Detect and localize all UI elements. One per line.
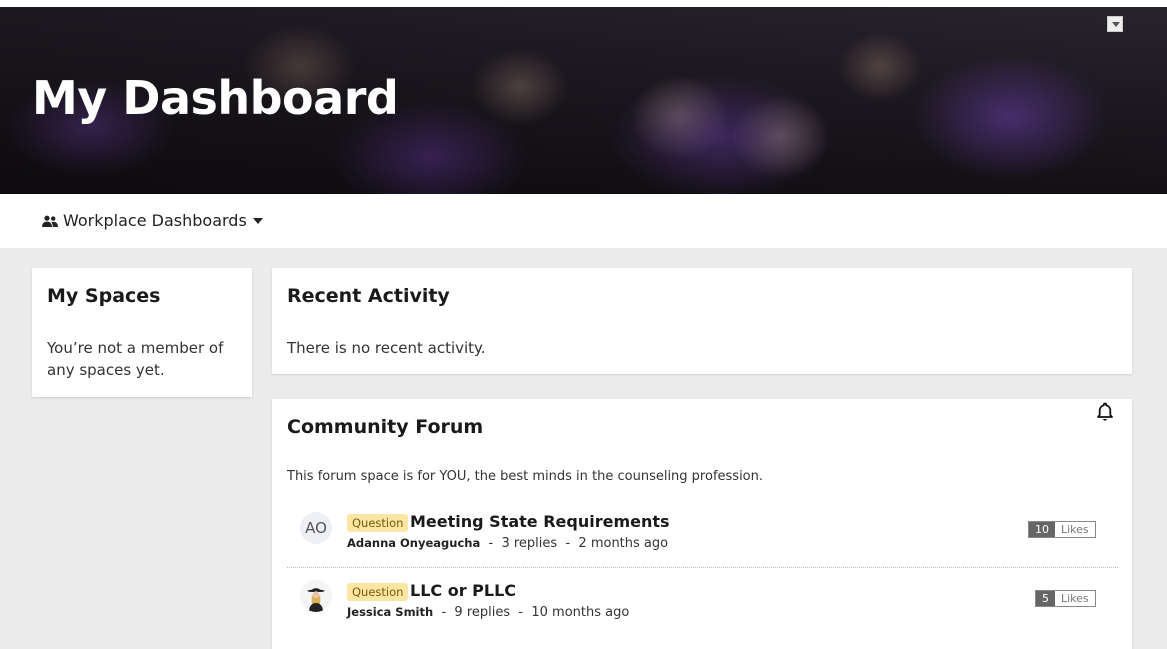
top-strip [0, 0, 1167, 7]
post-title-link[interactable]: LLC or PLLC [410, 581, 516, 600]
user-photo-icon [300, 580, 332, 612]
user-photo-icon[interactable] [300, 580, 332, 612]
post-age: 2 months ago [578, 536, 669, 551]
question-tag: Question [347, 583, 409, 601]
meta-separator: - [441, 605, 447, 620]
likes-count: 5 [1036, 591, 1055, 606]
meta-separator: - [518, 605, 524, 620]
post-meta: Jessica Smith - 9 replies - 10 months ag… [347, 605, 629, 620]
caret-down-icon [252, 217, 263, 224]
my-spaces-title: My Spaces [47, 285, 161, 307]
dashboard-subnav: Workplace Dashboards [0, 194, 1167, 248]
likes-badge[interactable]: 10 Likes [1028, 521, 1096, 538]
header-dropdown-button[interactable] [1107, 16, 1123, 32]
meta-separator: - [488, 536, 494, 551]
likes-label: Likes [1055, 591, 1095, 606]
meta-separator: - [565, 536, 571, 551]
avatar[interactable]: AO [300, 512, 332, 544]
likes-label: Likes [1055, 522, 1095, 537]
likes-badge[interactable]: 5 Likes [1035, 590, 1096, 607]
likes-count: 10 [1029, 522, 1055, 537]
notification-bell-icon[interactable] [1096, 402, 1114, 422]
question-tag: Question [347, 514, 409, 532]
post-title-link[interactable]: Meeting State Requirements [410, 512, 670, 531]
forum-description: This forum space is for YOU, the best mi… [287, 469, 764, 484]
community-forum-card: Community Forum This forum space is for … [272, 399, 1132, 649]
my-spaces-card: My Spaces You’re not a member of any spa… [32, 268, 252, 397]
my-spaces-empty-text: You’re not a member of any spaces yet. [47, 339, 224, 379]
post-replies: 3 replies [501, 536, 558, 551]
post-author-link[interactable]: Adanna Onyeagucha [347, 536, 480, 550]
forum-post[interactable]: AO Question Meeting State Requirements A… [287, 505, 1118, 568]
recent-activity-card: Recent Activity There is no recent activ… [272, 268, 1132, 374]
post-replies: 9 replies [454, 605, 511, 620]
post-meta: Adanna Onyeagucha - 3 replies - 2 months… [347, 536, 668, 551]
forum-post[interactable]: Question LLC or PLLC Jessica Smith - 9 r… [287, 573, 1118, 633]
workplace-dashboards-dropdown[interactable]: Workplace Dashboards [42, 211, 263, 230]
recent-activity-empty-text: There is no recent activity. [287, 339, 486, 357]
hero-banner: My Dashboard [0, 7, 1167, 194]
forum-title: Community Forum [287, 416, 484, 438]
page-title: My Dashboard [32, 71, 399, 125]
recent-activity-title: Recent Activity [287, 285, 450, 307]
dashboards-label: Workplace Dashboards [63, 211, 247, 230]
people-icon [42, 215, 58, 227]
post-author-link[interactable]: Jessica Smith [347, 605, 433, 619]
post-age: 10 months ago [531, 605, 630, 620]
